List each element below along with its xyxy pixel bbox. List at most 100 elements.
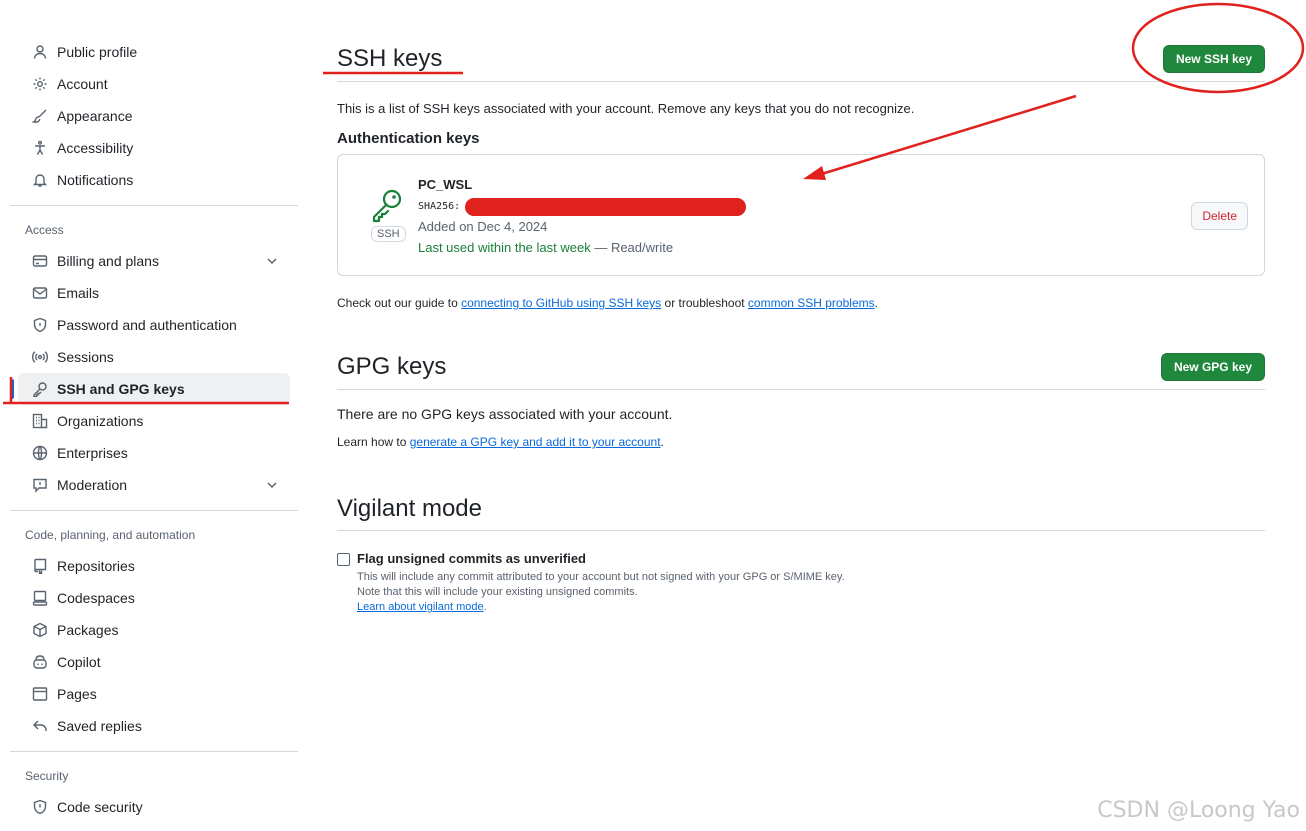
sidebar-item-label: Moderation xyxy=(57,477,128,493)
ssh-key-fingerprint: SHA256: xyxy=(418,201,460,212)
vigilant-mode-title: Vigilant mode xyxy=(337,494,482,522)
sidebar-item-password-and-authentication[interactable]: Password and authentication xyxy=(18,309,290,341)
settings-sidebar: Public profile Account Appearance Accessibi… xyxy=(10,36,298,831)
sidebar-divider xyxy=(10,510,298,511)
ssh-key-name: PC_WSL xyxy=(418,177,473,192)
sidebar-item-sessions[interactable]: Sessions xyxy=(18,341,290,373)
sidebar-item-code-security[interactable]: Code security xyxy=(18,791,290,823)
security-group-title: Security xyxy=(25,769,69,783)
access-group-title: Access xyxy=(25,223,64,237)
ssh-section-header: SSH keys New SSH key xyxy=(337,36,1265,82)
ssh-guide-link[interactable]: connecting to GitHub using SSH keys xyxy=(461,296,661,310)
ssh-type-badge: SSH xyxy=(371,226,406,242)
delete-ssh-key-button[interactable]: Delete xyxy=(1191,202,1248,230)
sidebar-item-label: Accessibility xyxy=(57,140,134,156)
key-icon xyxy=(32,381,48,397)
sidebar-item-label: Sessions xyxy=(57,349,114,365)
mail-icon xyxy=(32,285,48,301)
paintbrush-icon xyxy=(32,108,48,124)
main-content: SSH keys New SSH key This is a list of S… xyxy=(337,36,1265,613)
sidebar-item-label: Pages xyxy=(57,686,97,702)
sidebar-item-account[interactable]: Account xyxy=(18,68,290,100)
repo-icon xyxy=(32,558,48,574)
person-icon xyxy=(32,44,48,60)
copilot-icon xyxy=(32,654,48,670)
sidebar-item-label: Code security xyxy=(57,799,143,815)
sidebar-item-organizations[interactable]: Organizations xyxy=(18,405,290,437)
vigilant-mode-checkbox[interactable] xyxy=(337,553,350,566)
gpg-keys-title: GPG keys xyxy=(337,352,447,380)
sidebar-item-saved-replies[interactable]: Saved replies xyxy=(18,710,290,742)
reply-icon xyxy=(32,718,48,734)
vigilant-learn-link[interactable]: Learn about vigilant mode xyxy=(357,601,484,613)
sidebar-item-label: Appearance xyxy=(57,108,133,124)
fingerprint-redaction xyxy=(465,198,746,216)
new-ssh-key-button[interactable]: New SSH key xyxy=(1162,44,1265,73)
watermark: CSDN @Loong Yao xyxy=(1097,798,1300,823)
sidebar-divider xyxy=(10,751,298,752)
sidebar-item-enterprises[interactable]: Enterprises xyxy=(18,437,290,469)
sidebar-item-ssh-and-gpg-keys[interactable]: SSH and GPG keys xyxy=(10,373,290,405)
learn-prefix: Learn how to xyxy=(337,435,410,449)
code-group-title: Code, planning, and automation xyxy=(25,528,196,542)
gpg-learn-text: Learn how to generate a GPG key and add … xyxy=(337,435,1265,449)
sidebar-item-copilot[interactable]: Copilot xyxy=(18,646,290,678)
guide-middle: or troubleshoot xyxy=(661,296,748,310)
ssh-key-added-date: Added on Dec 4, 2024 xyxy=(418,219,548,234)
sidebar-item-billing-and-plans[interactable]: Billing and plans xyxy=(18,245,290,277)
chevron-down-icon[interactable] xyxy=(264,253,280,269)
vigilant-learn: Learn about vigilant mode. xyxy=(357,601,1265,613)
gpg-generate-link[interactable]: generate a GPG key and add it to your ac… xyxy=(410,435,661,449)
sidebar-item-label: Repositories xyxy=(57,558,135,574)
ssh-key-last-used: Last used within the last week — Read/wr… xyxy=(418,240,673,255)
vigilant-desc-1: This will include any commit attributed … xyxy=(357,571,845,583)
shield-lock-icon xyxy=(32,317,48,333)
ssh-problems-link[interactable]: common SSH problems xyxy=(748,296,875,310)
gpg-section-header: GPG keys New GPG key xyxy=(337,344,1265,390)
sidebar-item-pages[interactable]: Pages xyxy=(18,678,290,710)
ssh-guide-text: Check out our guide to connecting to Git… xyxy=(337,296,1265,310)
ssh-keys-title: SSH keys xyxy=(337,44,443,72)
bell-icon xyxy=(32,172,48,188)
ssh-key-item: SSH PC_WSL SHA256: Added on Dec 4, 2024 … xyxy=(337,154,1265,276)
report-icon xyxy=(32,477,48,493)
sidebar-item-label: Password and authentication xyxy=(57,317,237,333)
guide-suffix: . xyxy=(874,296,878,310)
globe-icon xyxy=(32,445,48,461)
learn-suffix: . xyxy=(660,435,664,449)
sidebar-item-label: Billing and plans xyxy=(57,253,159,269)
vigilant-option: Flag unsigned commits as unverified This… xyxy=(337,551,1265,613)
sidebar-item-accessibility[interactable]: Accessibility xyxy=(18,132,290,164)
broadcast-icon xyxy=(32,349,48,365)
sidebar-item-label: Organizations xyxy=(57,413,144,429)
codespaces-icon xyxy=(32,590,48,606)
sidebar-item-notifications[interactable]: Notifications xyxy=(18,164,290,196)
sidebar-item-label: Public profile xyxy=(57,44,138,60)
vigilant-desc-2: Note that this will include your existin… xyxy=(357,586,638,598)
sidebar-item-appearance[interactable]: Appearance xyxy=(18,100,290,132)
sidebar-item-label: Copilot xyxy=(57,654,101,670)
vigilant-learn-suffix: . xyxy=(483,601,487,613)
sidebar-item-public-profile[interactable]: Public profile xyxy=(18,36,290,68)
sidebar-item-label: Notifications xyxy=(57,172,134,188)
last-used-text: Last used within the last week xyxy=(418,240,591,255)
authentication-keys-title: Authentication keys xyxy=(337,130,480,147)
guide-prefix: Check out our guide to xyxy=(337,296,462,310)
chevron-down-icon[interactable] xyxy=(264,477,280,493)
ssh-description: This is a list of SSH keys associated wi… xyxy=(337,101,915,116)
sidebar-item-codespaces[interactable]: Codespaces xyxy=(18,582,290,614)
sidebar-divider xyxy=(10,205,298,206)
sidebar-item-label: Packages xyxy=(57,622,119,638)
sidebar-item-packages[interactable]: Packages xyxy=(18,614,290,646)
sidebar-item-emails[interactable]: Emails xyxy=(18,277,290,309)
gear-icon xyxy=(32,76,48,92)
sidebar-item-label: SSH and GPG keys xyxy=(57,381,185,397)
key-icon xyxy=(369,187,405,223)
gpg-empty-text: There are no GPG keys associated with yo… xyxy=(337,406,673,422)
vigilant-checkbox-label[interactable]: Flag unsigned commits as unverified xyxy=(357,551,1265,566)
sidebar-item-label: Emails xyxy=(57,285,100,301)
sidebar-item-moderation[interactable]: Moderation xyxy=(18,469,290,501)
sidebar-item-repositories[interactable]: Repositories xyxy=(18,550,290,582)
new-gpg-key-button[interactable]: New GPG key xyxy=(1160,352,1265,381)
accessibility-icon xyxy=(32,140,48,156)
